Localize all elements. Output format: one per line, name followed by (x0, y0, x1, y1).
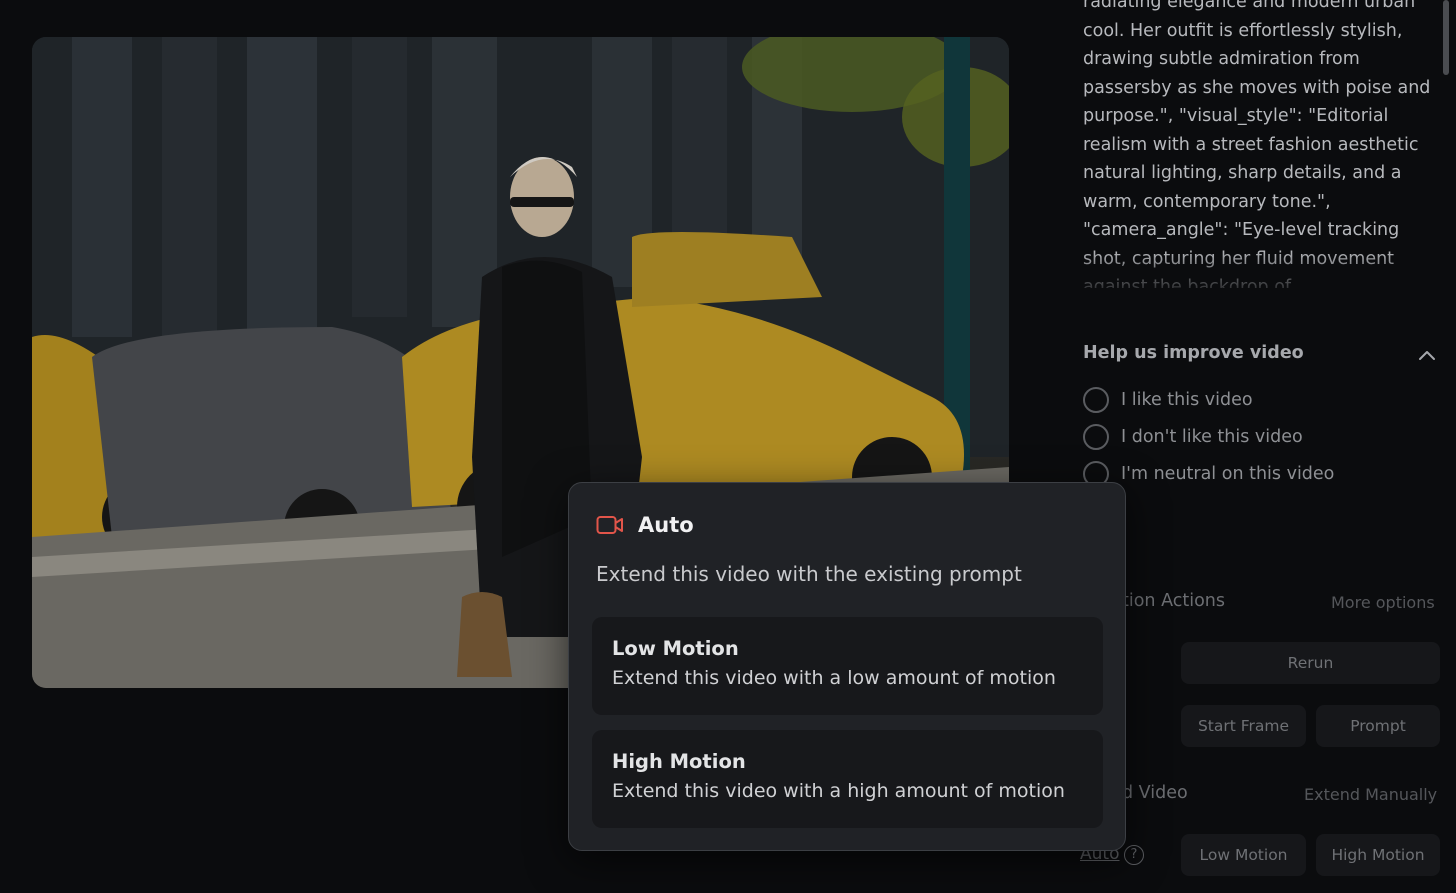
low-motion-option[interactable]: Low Motion Extend this video with a low … (592, 617, 1103, 715)
generation-actions-label: tion Actions (1122, 591, 1226, 611)
radio-button[interactable] (1083, 424, 1109, 450)
low-motion-button[interactable]: Low Motion (1181, 834, 1306, 876)
option-description: Extend this video with a low amount of m… (612, 667, 1056, 689)
help-circle-icon[interactable]: ? (1124, 845, 1144, 865)
prompt-text: radiating elegance and modern urban cool… (1083, 0, 1431, 288)
feedback-title: Help us improve video (1083, 343, 1304, 363)
feedback-option-neutral[interactable]: I'm neutral on this video (1083, 461, 1334, 487)
option-title: High Motion (612, 750, 746, 773)
auto-extend-popup: Auto Extend this video with the existing… (568, 482, 1126, 851)
more-options-link[interactable]: More options (1331, 593, 1435, 612)
popup-header: Auto (596, 513, 694, 537)
option-title: Low Motion (612, 637, 739, 660)
popup-description: Extend this video with the existing prom… (596, 562, 1022, 586)
radio-label: I like this video (1121, 390, 1253, 410)
video-camera-icon (596, 516, 623, 534)
prompt-fade (1060, 250, 1456, 300)
radio-label: I don't like this video (1121, 427, 1303, 447)
radio-button[interactable] (1083, 387, 1109, 413)
high-motion-button[interactable]: High Motion (1316, 834, 1440, 876)
option-description: Extend this video with a high amount of … (612, 780, 1065, 802)
popup-title: Auto (638, 513, 694, 537)
scrollbar[interactable] (1443, 0, 1449, 75)
start-frame-button[interactable]: Start Frame (1181, 705, 1306, 747)
radio-label: I'm neutral on this video (1121, 464, 1335, 484)
page: radiating elegance and modern urban cool… (0, 0, 1456, 893)
rerun-button[interactable]: Rerun (1181, 642, 1440, 684)
extend-manually-link[interactable]: Extend Manually (1304, 785, 1437, 804)
chevron-up-icon[interactable] (1417, 346, 1437, 366)
feedback-option-dislike[interactable]: I don't like this video (1083, 424, 1303, 450)
high-motion-option[interactable]: High Motion Extend this video with a hig… (592, 730, 1103, 828)
prompt-button[interactable]: Prompt (1316, 705, 1440, 747)
feedback-option-like[interactable]: I like this video (1083, 387, 1253, 413)
extend-video-label: d Video (1122, 783, 1188, 803)
